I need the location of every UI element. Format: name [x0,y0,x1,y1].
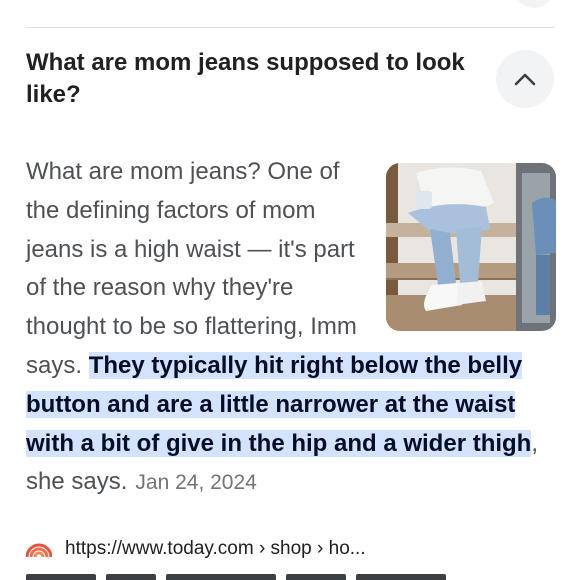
chevron-up-icon [514,73,536,86]
previous-item-button[interactable] [514,0,554,8]
answer-snippet: What are mom jeans? One of the defining … [26,153,556,503]
snippet-date: Jan 24, 2024 [135,471,257,495]
top-divider [26,27,554,28]
peek-word [166,574,276,580]
source-link[interactable]: https://www.today.com › shop › ho... [26,534,366,564]
answer-intro-text: What are mom jeans? One of the defining … [26,158,357,379]
peek-word [26,574,96,580]
question-title[interactable]: What are mom jeans supposed to look like… [26,47,481,111]
featured-snippet-page: What are mom jeans supposed to look like… [0,0,580,580]
source-url[interactable]: https://www.today.com › shop › ho... [65,538,366,560]
collapse-button[interactable] [496,50,554,108]
peek-word [286,574,346,580]
answer-highlighted-text: They typically hit right below the belly… [26,351,532,457]
snippet-thumbnail-image[interactable] [386,163,556,331]
today-rainbow-logo-icon [26,543,52,558]
next-item-peek [26,574,546,580]
peek-word [106,574,156,580]
peek-word [356,574,446,580]
